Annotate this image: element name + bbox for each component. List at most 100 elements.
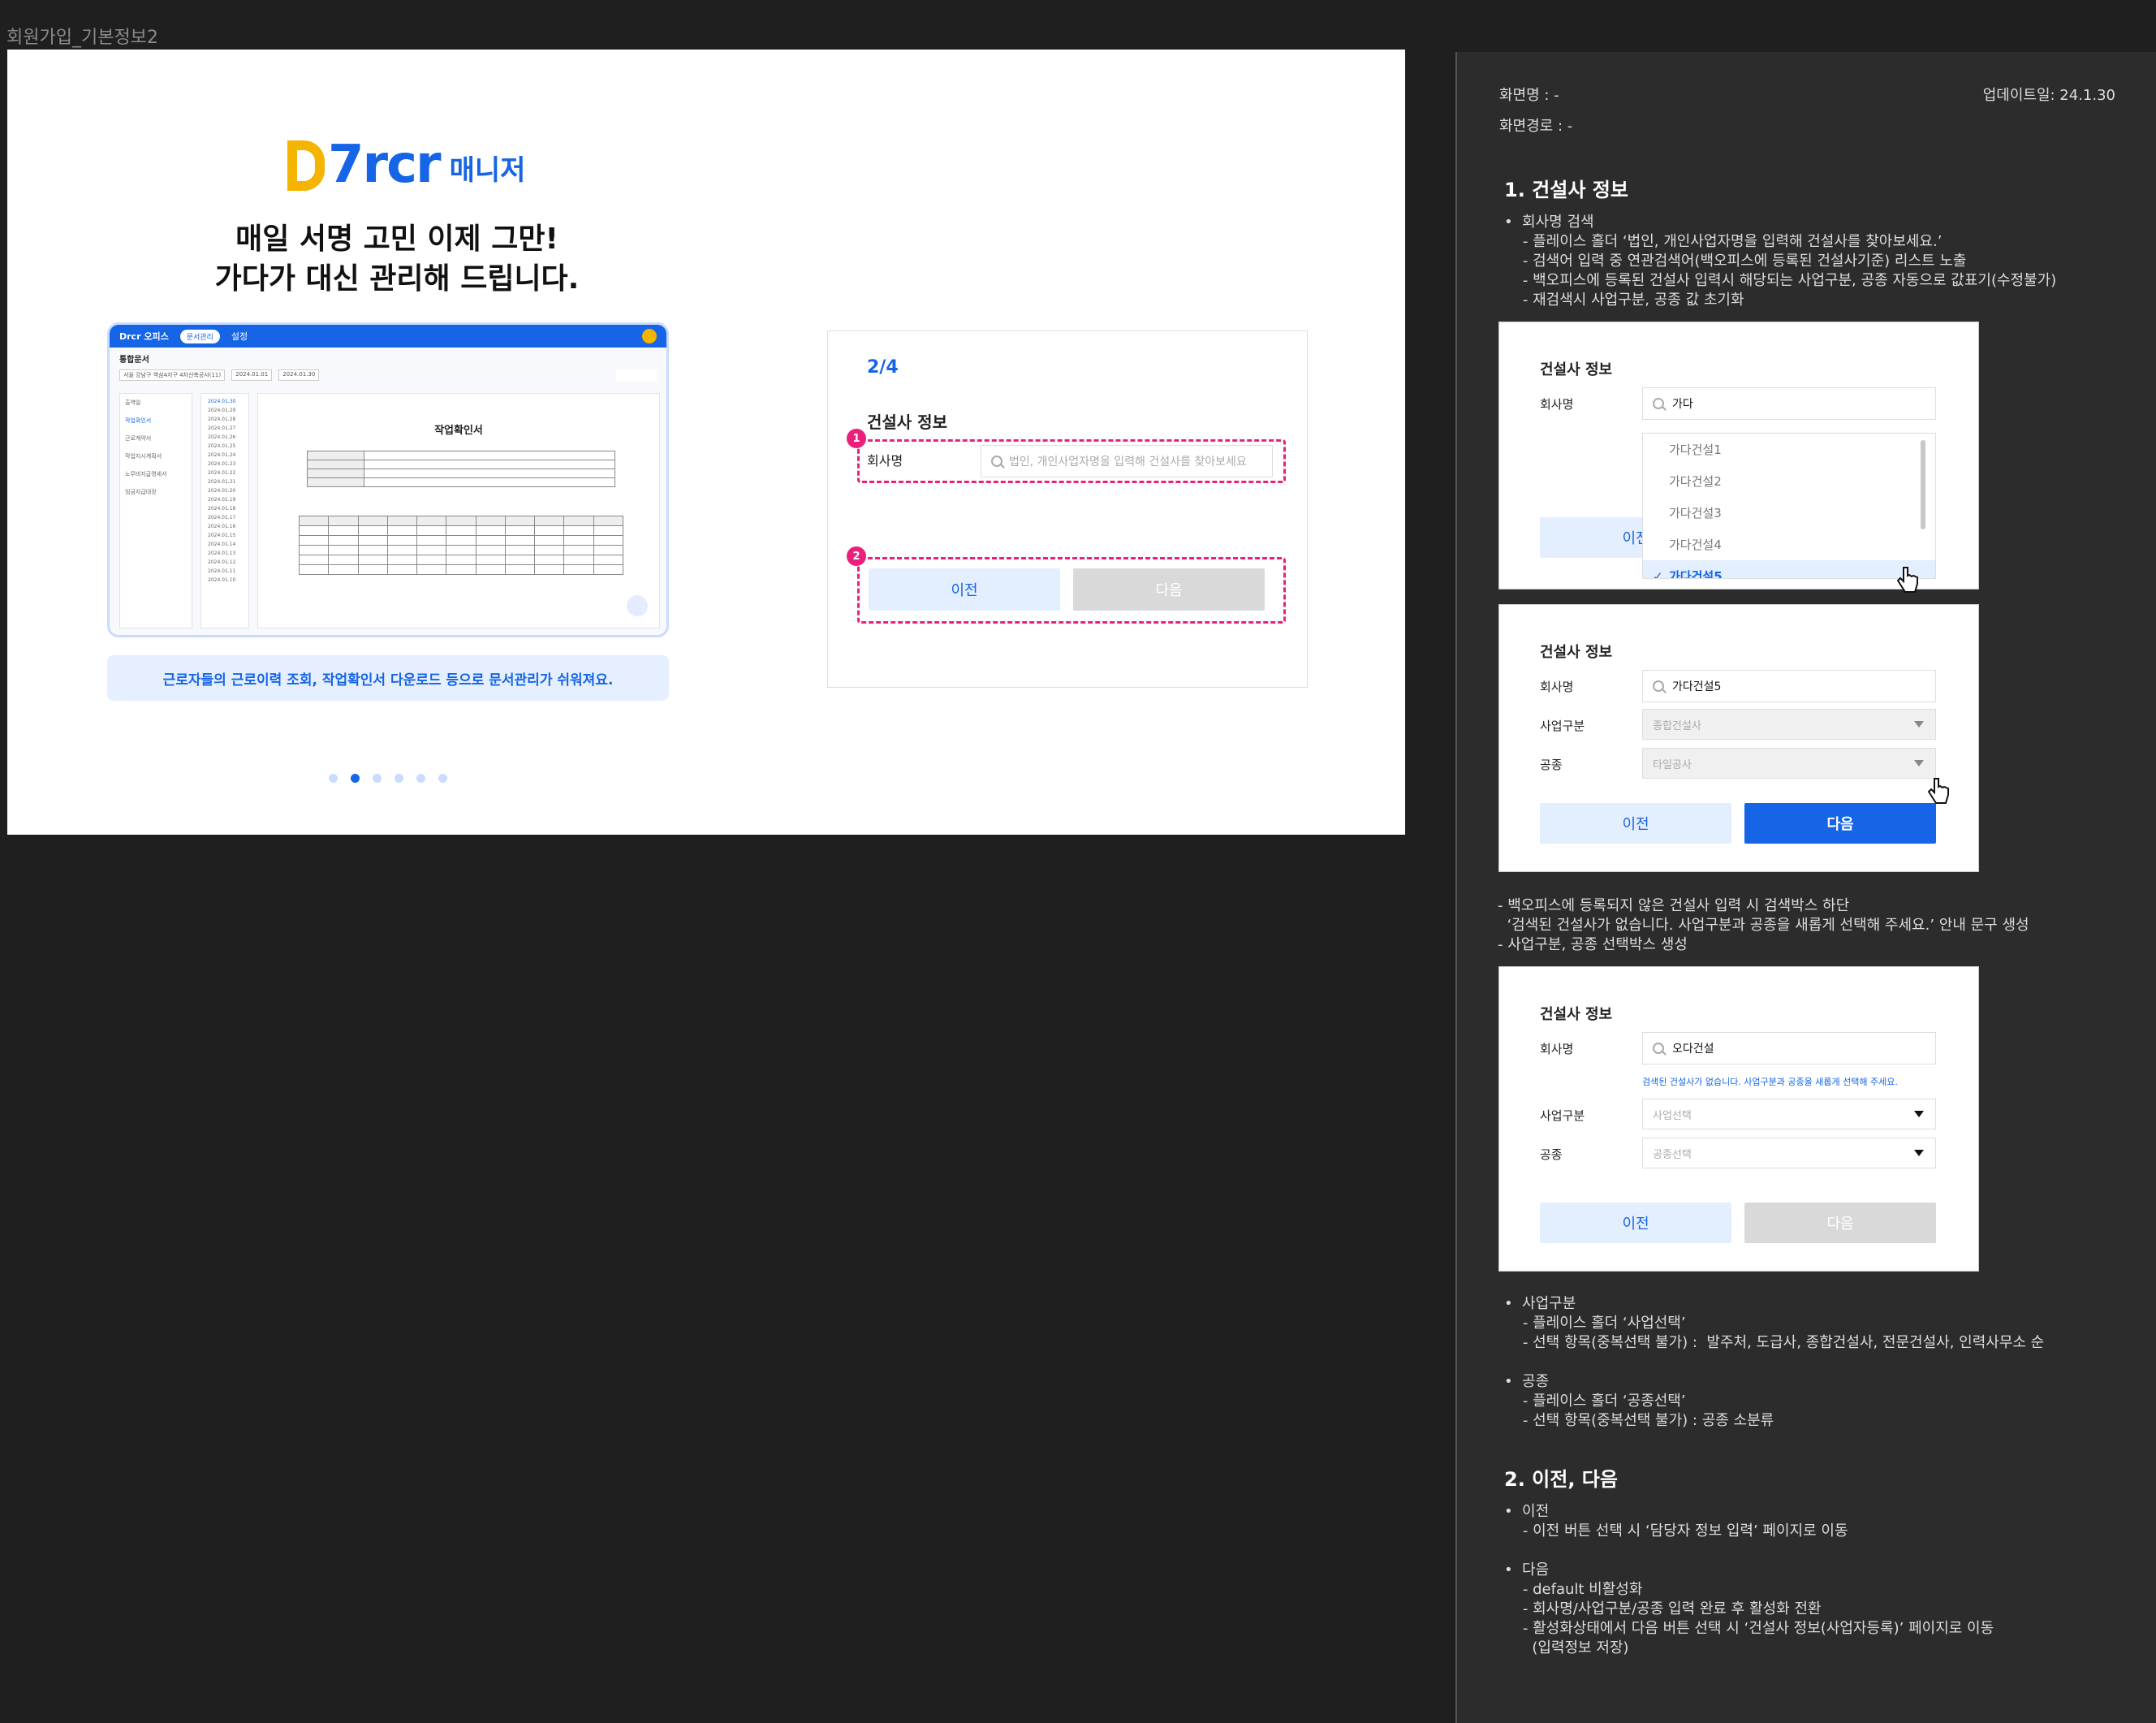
mock-date-from: 2024.01.01 bbox=[231, 369, 273, 381]
hand-cursor-icon bbox=[1897, 567, 1918, 593]
ex2-company-input[interactable]: 가다건설5 bbox=[1642, 670, 1936, 702]
slide-dots bbox=[329, 774, 447, 783]
mock-date-item: 2024.01.21 bbox=[208, 479, 236, 485]
ex2-trade-label: 공종 bbox=[1540, 758, 1563, 772]
mock-doc-work-table bbox=[298, 516, 624, 575]
suggestion-item-selected[interactable]: ✓ 가다건설5 bbox=[1643, 560, 1935, 579]
example-card-filled: 건설사 정보 회사명 가다건설5 사업구분 종합건설사 공종 타일공사 이전 다… bbox=[1498, 604, 1979, 872]
mock-menu-item: 노무비지급명세서 bbox=[125, 471, 167, 477]
mock-date-item: 2024.01.24 bbox=[208, 452, 236, 458]
ex3-company-input[interactable]: 오다건설 bbox=[1642, 1032, 1936, 1064]
mock-date-item: 2024.01.10 bbox=[208, 577, 236, 583]
company-search-input[interactable]: 법인, 개인사업자명을 입력해 건설사를 찾아보세요 bbox=[981, 445, 1273, 477]
mock-page-title: 통합문서 bbox=[119, 356, 149, 365]
ex1-suggestion-list: 가다건설1 가다건설2 가다건설3 가다건설4 ✓ 가다건설5 bbox=[1642, 433, 1936, 579]
ex2-next-button[interactable]: 다음 bbox=[1744, 803, 1936, 844]
spec-block-4: • 이전 - 이전 버튼 선택 시 ‘담당자 정보 입력’ 페이지로 이동 • … bbox=[1504, 1503, 1994, 1656]
screen-name: 화면명 : - bbox=[1499, 87, 1559, 104]
mock-date-item: 2024.01.13 bbox=[208, 551, 236, 556]
ex1-company-label: 회사명 bbox=[1540, 397, 1574, 412]
prev-button[interactable]: 이전 bbox=[869, 568, 1060, 611]
signup-canvas: 7rcr 매니저 매일 서명 고민 이제 그만! 가다가 대신 관리해 드립니다… bbox=[7, 50, 1405, 835]
ex2-trade-value: 타일공사 bbox=[1653, 758, 1692, 771]
ex1-company-input[interactable]: 가다 bbox=[1642, 387, 1936, 420]
ex3-biz-select[interactable]: 사업선택 bbox=[1642, 1099, 1936, 1129]
ex3-next-button-disabled[interactable]: 다음 bbox=[1744, 1203, 1936, 1243]
search-icon bbox=[1653, 1043, 1664, 1054]
slide-dot[interactable] bbox=[373, 774, 382, 783]
mock-date-list: 2024.01.30 2024.01.29 2024.01.28 2024.01.27… bbox=[201, 393, 249, 628]
suggestion-item[interactable]: 가다건설2 bbox=[1643, 465, 1935, 497]
mock-date-item: 2024.01.12 bbox=[208, 559, 236, 565]
mock-menu: 출역일 작업확인서 근로계약서 작업지시계획서 노무비지급명세서 임금지급대장 bbox=[119, 393, 192, 628]
slide-dot[interactable] bbox=[438, 774, 447, 783]
mock-date-item: 2024.01.18 bbox=[208, 506, 236, 512]
chevron-down-icon bbox=[1914, 1111, 1924, 1117]
logo-sub: 매니저 bbox=[449, 154, 526, 187]
check-icon: ✓ bbox=[1653, 568, 1663, 579]
spec-block-3: • 사업구분 - 플레이스 홀더 ‘사업선택’ - 선택 항목(중복선택 불가)… bbox=[1504, 1295, 2045, 1429]
mock-date-item: 2024.01.11 bbox=[208, 568, 236, 574]
ex3-trade-select[interactable]: 공종선택 bbox=[1642, 1138, 1936, 1168]
mock-menu-item: 임금지급대장 bbox=[125, 489, 157, 495]
ex3-company-label: 회사명 bbox=[1540, 1042, 1574, 1056]
ex2-prev-button[interactable]: 이전 bbox=[1540, 803, 1731, 844]
mock-doc-title: 작업확인서 bbox=[434, 425, 483, 437]
search-icon bbox=[1653, 680, 1664, 692]
next-button-disabled[interactable]: 다음 bbox=[1073, 568, 1265, 611]
ex3-biz-placeholder: 사업선택 bbox=[1653, 1109, 1692, 1122]
mock-date-item: 2024.01.25 bbox=[208, 443, 236, 449]
suggestion-item[interactable]: 가다건설1 bbox=[1643, 434, 1935, 465]
dropdown-scrollbar[interactable] bbox=[1921, 440, 1925, 529]
suggestion-item[interactable]: 가다건설3 bbox=[1643, 497, 1935, 529]
slide-dot[interactable] bbox=[329, 774, 338, 783]
signup-form-card: 2/4 건설사 정보 1 회사명 법인, 개인사업자명을 입력해 건설사를 찾아… bbox=[827, 330, 1308, 688]
ex1-title: 건설사 정보 bbox=[1540, 361, 1613, 378]
mock-date-item: 2024.01.22 bbox=[208, 470, 236, 476]
ex3-trade-placeholder: 공종선택 bbox=[1653, 1148, 1692, 1161]
ex2-company-label: 회사명 bbox=[1540, 680, 1574, 694]
slide-dot[interactable] bbox=[395, 774, 403, 783]
logo: 7rcr 매니저 bbox=[287, 139, 525, 191]
suggestion-item[interactable]: 가다건설4 bbox=[1643, 529, 1935, 560]
mock-download-button: PDF 다운로드 bbox=[616, 369, 657, 381]
mock-brand: Drcr 오피스 bbox=[119, 331, 169, 342]
mock-date-item: 2024.01.29 bbox=[208, 408, 236, 413]
step-indicator: 2/4 bbox=[867, 357, 899, 378]
mock-menu-item: 출역일 bbox=[125, 399, 141, 406]
mock-date-item: 2024.01.30 bbox=[208, 399, 236, 404]
ex2-biz-select: 종합건설사 bbox=[1642, 709, 1936, 740]
slide-dot[interactable] bbox=[416, 774, 425, 783]
spec-block-2: - 백오피스에 등록되지 않은 건설사 입력 시 검색박스 하단 ‘검색된 건설… bbox=[1498, 897, 2029, 953]
mock-chat-icon bbox=[627, 595, 648, 616]
spec-block-1: • 회사명 검색 - 플레이스 홀더 ‘법인, 개인사업자명을 입력해 건설사를… bbox=[1504, 214, 2057, 309]
mock-date-item: 2024.01.20 bbox=[208, 488, 236, 494]
mock-filter: 서울 강남구 역삼4지구 4차신축공사(11) 2024.01.01 2024.… bbox=[110, 369, 666, 381]
headline: 매일 서명 고민 이제 그만! 가다가 대신 관리해 드립니다. bbox=[105, 220, 689, 299]
ex3-title: 건설사 정보 bbox=[1540, 1006, 1613, 1023]
ex3-prev-button[interactable]: 이전 bbox=[1540, 1203, 1731, 1243]
example-card-dropdown: 건설사 정보 회사명 가다 이전 가다건설1 가다건설2 가다건설3 가다건설4… bbox=[1498, 322, 1979, 593]
mock-date-item: 2024.01.15 bbox=[208, 533, 236, 538]
chevron-down-icon bbox=[1914, 721, 1924, 728]
mock-avatar bbox=[642, 329, 657, 343]
ex2-biz-label: 사업구분 bbox=[1540, 719, 1585, 733]
section-title: 건설사 정보 bbox=[867, 412, 947, 432]
mock-site-select: 서울 강남구 역삼4지구 4차신축공사(11) bbox=[119, 369, 226, 381]
ex1-query: 가다 bbox=[1672, 398, 1693, 411]
company-label: 회사명 bbox=[867, 453, 903, 469]
mock-menu-item: 근로계약서 bbox=[125, 435, 152, 442]
mock-nav-other: 설정 bbox=[231, 331, 248, 342]
example-card-not-found: 건설사 정보 회사명 오다건설 검색된 건설사가 없습니다. 사업구분과 공종을… bbox=[1498, 966, 1979, 1272]
mock-date-item: 2024.01.27 bbox=[208, 425, 236, 431]
hand-cursor-icon bbox=[1928, 778, 1949, 804]
company-placeholder: 법인, 개인사업자명을 입력해 건설사를 찾아보세요 bbox=[1009, 456, 1247, 469]
screen-path: 화면경로 : - bbox=[1499, 118, 1573, 135]
ex3-company-value: 오다건설 bbox=[1672, 1043, 1714, 1056]
mock-date-item: 2024.01.16 bbox=[208, 524, 236, 529]
slide-dot-active[interactable] bbox=[351, 774, 360, 783]
mock-date-item: 2024.01.26 bbox=[208, 434, 236, 440]
ex2-title: 건설사 정보 bbox=[1540, 644, 1613, 661]
mock-doc-info-table bbox=[307, 451, 615, 487]
ex2-biz-value: 종합건설사 bbox=[1653, 719, 1701, 732]
